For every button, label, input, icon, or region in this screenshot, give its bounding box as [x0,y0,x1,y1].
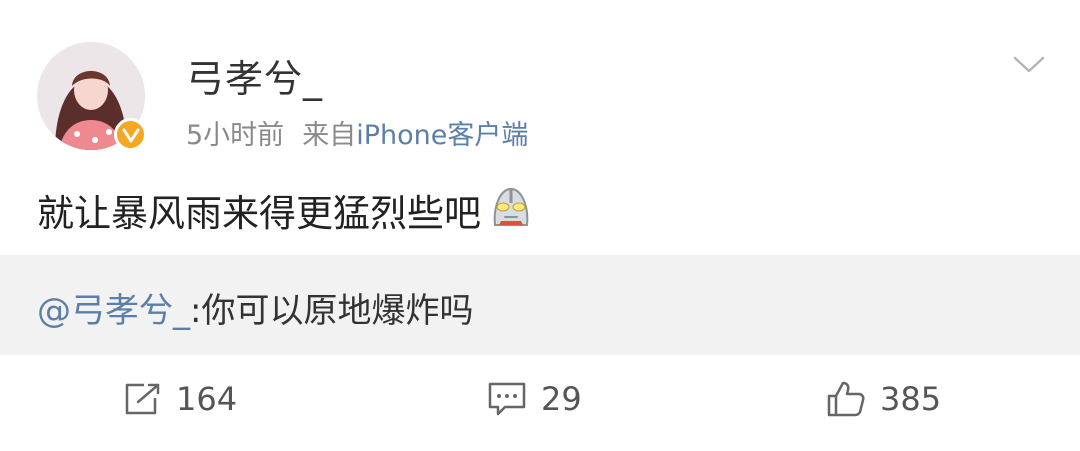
forward-count: 164 [176,380,238,418]
post-time: 5小时前 [186,120,285,151]
like-count: 385 [880,380,942,418]
forward-button[interactable]: 164 [124,380,237,418]
verified-badge-icon [114,118,147,151]
post-text: 就让暴风雨来得更猛烈些吧 [37,192,481,235]
like-icon [827,381,865,417]
comment-button[interactable]: 29 [487,380,582,418]
action-bar: 164 29 385 [0,356,1080,451]
chevron-down-icon[interactable] [1012,54,1046,80]
post-meta: 5小时前 来自iPhone客户端 [186,113,528,152]
comment-count: 29 [541,380,582,418]
mention-link[interactable]: @弓孝兮_ [37,291,190,331]
repost-text-container: @弓孝兮_:你可以原地爆炸吗 [37,283,473,332]
forward-icon [125,383,160,415]
weibo-post-card: 弓孝兮_ 5小时前 来自iPhone客户端 就让暴风雨来得更猛烈些吧 @弓孝兮_:… [0,0,1080,451]
repost-text: :你可以原地爆炸吗 [190,291,474,331]
post-text-container: 就让暴风雨来得更猛烈些吧 [37,183,533,237]
repost-box[interactable]: @弓孝兮_:你可以原地爆炸吗 [0,255,1080,355]
comment-icon [488,382,526,416]
like-button[interactable]: 385 [826,380,941,418]
username[interactable]: 弓孝兮_ [186,48,323,103]
source-prefix: 来自 [302,120,357,151]
ultraman-emoji [489,185,533,236]
source-app: iPhone客户端 [356,120,529,151]
